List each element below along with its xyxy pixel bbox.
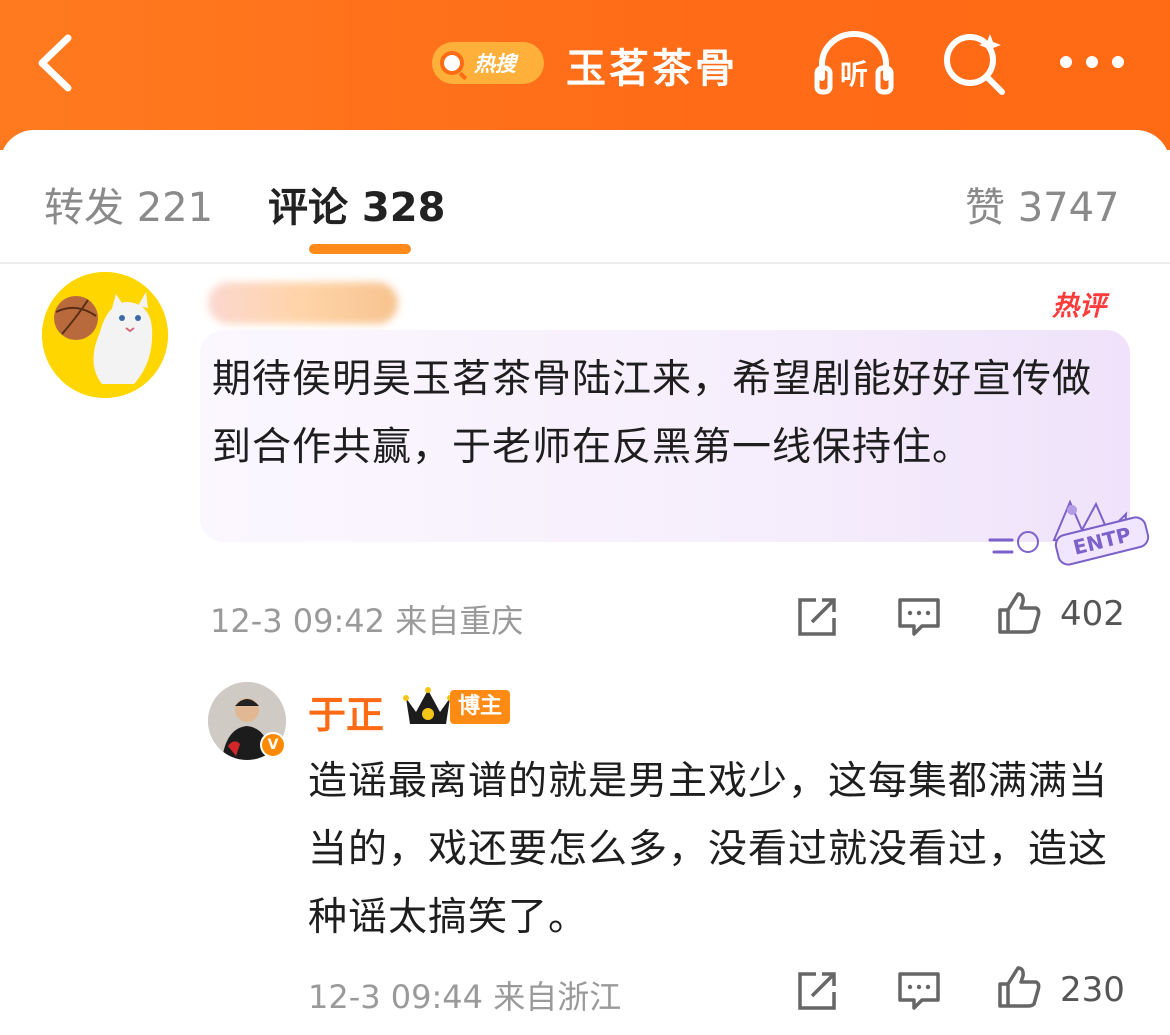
back-arrow-icon[interactable] [28, 30, 88, 96]
like-count: 230 [1060, 970, 1125, 1010]
username-blurred[interactable] [208, 282, 398, 324]
more-options-icon[interactable] [1056, 52, 1128, 72]
like-count: 402 [1060, 594, 1125, 634]
header-bar: 热搜 玉茗茶骨 听 [0, 0, 1170, 150]
crown-icon [403, 687, 453, 724]
headphones-icon: 听 [814, 31, 894, 95]
divider [0, 262, 1170, 264]
reply-meta: 12-3 09:44 来自浙江 [308, 978, 622, 1016]
like-icon[interactable] [996, 590, 1042, 636]
entp-sticker-icon: ENTP [988, 499, 1150, 566]
tab-comments[interactable]: 评论 328 [268, 175, 445, 233]
share-icon[interactable] [794, 968, 840, 1014]
tab-likes[interactable]: 赞 3747 [965, 175, 1120, 233]
hot-search-badge[interactable]: 热搜 [432, 42, 544, 84]
watermark [620, 968, 760, 1018]
comment-icon[interactable] [896, 968, 942, 1014]
blogger-badge: 博主 [450, 690, 511, 724]
avatar-image [42, 272, 168, 398]
avatar[interactable] [42, 272, 168, 398]
search-icon[interactable] [940, 28, 1008, 96]
share-icon[interactable] [794, 594, 840, 640]
comment-icon[interactable] [896, 594, 942, 640]
hot-search-label: 热搜 [474, 52, 516, 76]
search-icon [440, 51, 464, 75]
comment-meta: 12-3 09:42 来自重庆 [210, 602, 524, 640]
active-tab-indicator [309, 244, 411, 254]
comment-text: 期待侯明昊玉茗茶骨陆江来，希望剧能好好宣传做到合作共赢，于老师在反黑第一线保持住… [212, 357, 1093, 470]
listen-label: 听 [840, 58, 868, 91]
like-icon[interactable] [996, 964, 1042, 1010]
verified-badge: V [260, 732, 286, 758]
reply-text: 造谣最离谱的就是男主戏少，这每集都满满当当的，戏还要怎么多，没看过就没看过，造这… [308, 759, 1109, 940]
tab-reposts[interactable]: 转发 221 [44, 175, 213, 233]
reply-author-name[interactable]: 于正 [308, 684, 384, 739]
listen-button[interactable]: 听 [812, 30, 896, 96]
hot-comment-tag: 热评 [1052, 291, 1106, 322]
topic-title[interactable]: 玉茗茶骨 [566, 36, 738, 94]
